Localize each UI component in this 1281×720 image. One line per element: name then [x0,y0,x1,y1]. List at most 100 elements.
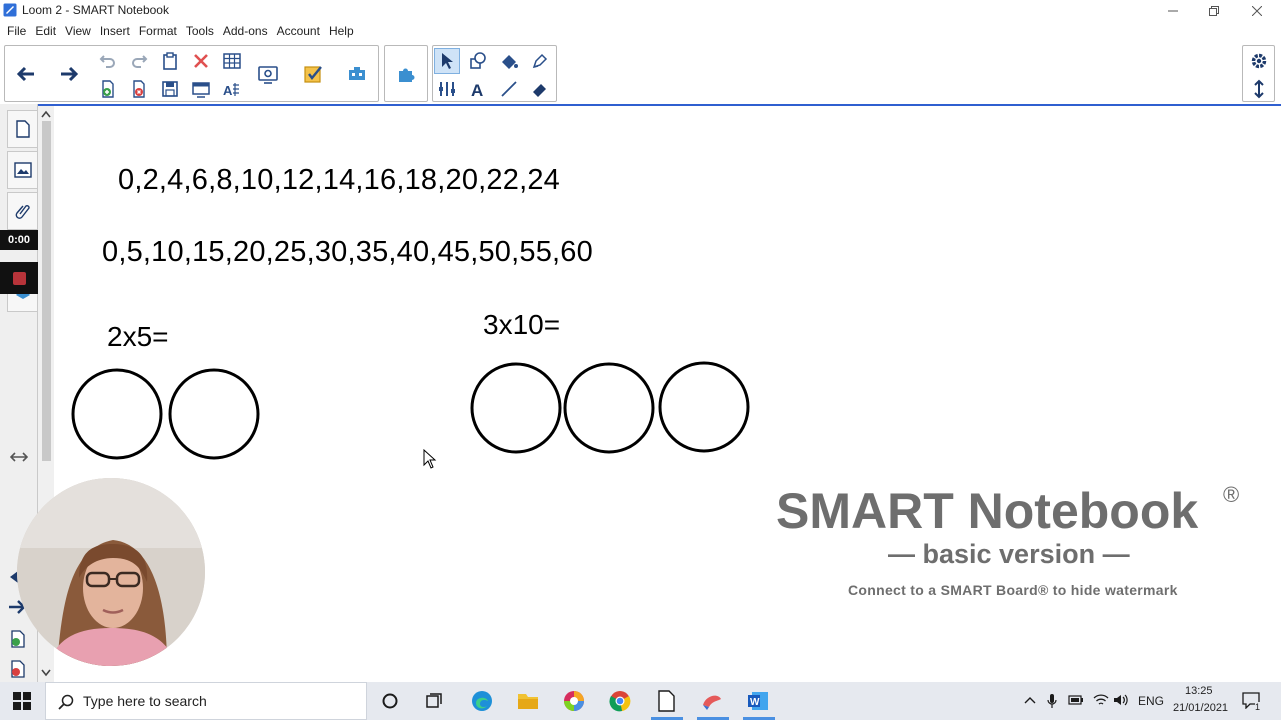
wifi-icon[interactable] [1093,693,1109,707]
microphone-icon[interactable] [1047,693,1057,709]
clock-time[interactable]: 13:25 [1185,685,1213,697]
add-page-side-icon[interactable] [10,630,26,648]
notification-count: 1 [1255,702,1261,712]
scroll-down-icon[interactable] [41,669,51,677]
delete-icon[interactable] [188,48,214,74]
gallery-tab[interactable] [7,151,37,189]
taskbar-search[interactable]: Type here to search [45,682,367,720]
screen-shade-icon[interactable] [188,76,214,102]
paperclip-icon [15,205,30,219]
toolbar-group-settings [1242,45,1275,102]
scroll-up-icon[interactable] [41,110,51,118]
webcam-bubble[interactable] [17,478,205,666]
recording-timer: 0:00 [0,230,38,250]
svg-text:A: A [471,81,483,99]
move-toolbar-icon[interactable] [1246,76,1272,102]
menu-format[interactable]: Format [135,24,181,38]
delete-page-icon[interactable] [126,76,152,102]
document-camera-icon[interactable] [255,61,281,87]
presenter-avatar [17,478,205,666]
watermark-registered: ® [1223,482,1240,507]
resize-arrows-icon[interactable] [10,452,28,462]
toolbar-group-main: A [4,45,379,102]
word-icon[interactable]: W [745,688,771,714]
addon-icon[interactable] [344,61,370,87]
table-icon[interactable] [219,48,245,74]
menu-bar: File Edit View Insert Format Tools Add-o… [0,21,1281,41]
menu-tools[interactable]: Tools [182,24,218,38]
watermark-note: Connect to a SMART Board® to hide waterm… [848,582,1178,598]
paste-icon[interactable] [157,48,183,74]
photos-icon[interactable] [561,688,587,714]
page-icon [15,120,30,138]
clock-date[interactable]: 21/01/2021 [1173,702,1228,714]
shapes-icon[interactable] [465,48,491,74]
settings-icon[interactable] [1246,48,1272,74]
windows-taskbar: Type here to search W ENG 13:25 21/01/20… [0,682,1281,720]
mouse-cursor-icon [423,449,437,469]
gallery-icon [13,162,32,178]
attachments-tab[interactable] [7,192,37,230]
puzzle-icon[interactable] [393,61,419,87]
svg-text:A: A [223,83,233,98]
smart-notebook-app-icon [3,3,17,17]
file-explorer-icon[interactable] [515,688,541,714]
volume-icon[interactable] [1113,693,1129,707]
windows-start-icon[interactable] [9,688,35,714]
pen-icon[interactable] [527,48,553,74]
forward-arrow-icon[interactable] [56,61,82,87]
sequence-fives[interactable]: 0,5,10,15,20,25,30,35,40,45,50,55,60 [102,236,593,269]
menu-addons[interactable]: Add-ons [219,24,272,38]
undo-icon[interactable] [95,48,121,74]
menu-insert[interactable]: Insert [96,24,134,38]
watermark-subtitle: — basic version — [888,539,1130,569]
response-icon[interactable] [300,61,326,87]
smart-notebook-icon[interactable] [699,688,725,714]
document-icon[interactable] [653,688,679,714]
stop-recording-button[interactable] [0,262,38,294]
text-icon[interactable]: A [465,76,491,102]
input-language[interactable]: ENG [1138,694,1164,708]
cortana-icon[interactable] [377,688,403,714]
line-icon[interactable] [496,76,522,102]
eraser-icon[interactable] [527,76,553,102]
menu-edit[interactable]: Edit [31,24,60,38]
minimize-button[interactable] [1153,0,1193,21]
main-toolbar: A A [0,41,1281,104]
redo-icon[interactable] [126,48,152,74]
title-bar: Loom 2 - SMART Notebook [0,0,1281,21]
restore-button[interactable] [1194,0,1234,21]
close-button[interactable] [1237,0,1277,21]
scrollbar-thumb[interactable] [42,121,51,461]
text-recognition-icon[interactable]: A [219,76,245,102]
equation-left[interactable]: 2x5= [107,321,169,353]
toolbar-group-addons [384,45,428,102]
measurement-icon[interactable] [434,76,460,102]
svg-text:W: W [750,697,760,708]
fill-icon[interactable] [496,48,522,74]
chrome-icon[interactable] [607,688,633,714]
tray-expand-icon[interactable] [1024,696,1036,704]
watermark-title: SMART Notebook [776,483,1199,539]
edge-icon[interactable] [469,688,495,714]
select-icon[interactable] [434,48,460,74]
page-sorter-tab[interactable] [7,110,37,148]
delete-page-side-icon[interactable] [10,660,26,678]
menu-view[interactable]: View [61,24,95,38]
stop-icon [12,271,26,285]
battery-icon[interactable] [1068,695,1084,705]
menu-file[interactable]: File [3,24,30,38]
search-placeholder: Type here to search [83,693,207,709]
sequence-twos[interactable]: 0,2,4,6,8,10,12,14,16,18,20,22,24 [118,164,560,197]
toolbar-group-tools: A [432,45,557,102]
app-root: Loom 2 - SMART Notebook File Edit View I… [0,0,1281,720]
back-arrow-icon[interactable] [13,61,39,87]
window-title: Loom 2 - SMART Notebook [22,3,169,17]
add-page-icon[interactable] [95,76,121,102]
task-view-icon[interactable] [421,688,447,714]
menu-help[interactable]: Help [325,24,358,38]
equation-right[interactable]: 3x10= [483,309,560,341]
save-icon[interactable] [157,76,183,102]
search-icon [58,694,74,710]
menu-account[interactable]: Account [273,24,324,38]
